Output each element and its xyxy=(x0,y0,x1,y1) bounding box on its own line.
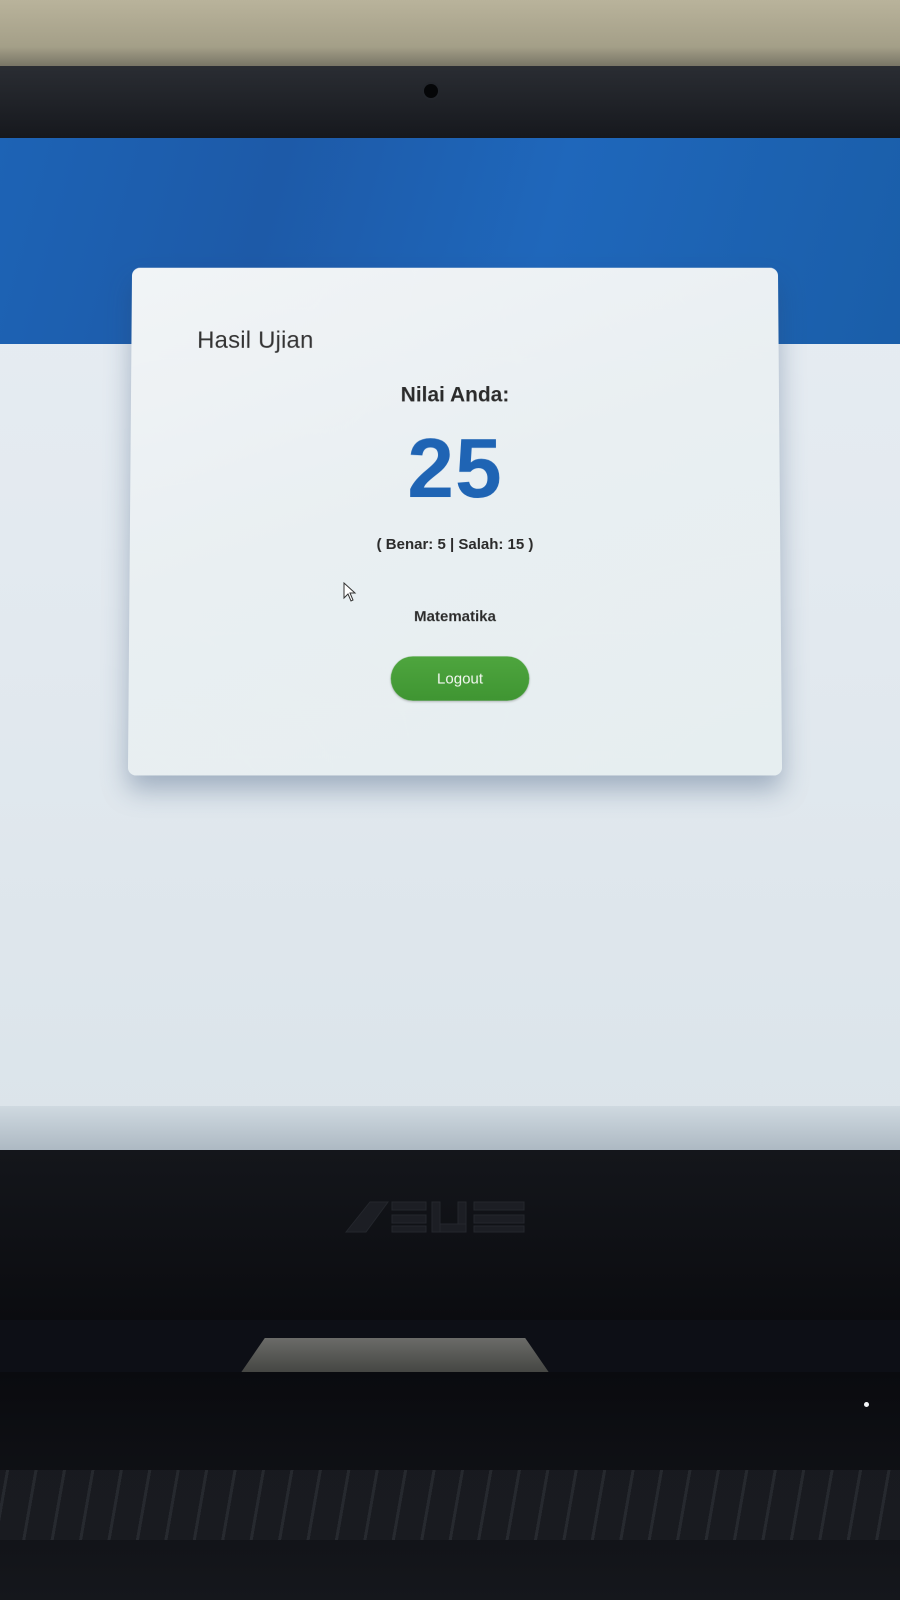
asus-logo xyxy=(344,1201,525,1233)
exam-result-card: Hasil Ujian Nilai Anda: 25 ( Benar: 5 | … xyxy=(127,267,783,776)
card-title: Hasil Ujian xyxy=(197,327,314,354)
laptop-screen: Hasil Ujian Nilai Anda: 25 ( Benar: 5 | … xyxy=(0,138,900,1154)
power-led-icon xyxy=(864,1402,869,1407)
score-value: 25 xyxy=(407,421,503,516)
webcam-icon xyxy=(424,84,438,98)
laptop-bezel-top xyxy=(0,66,900,142)
logout-button[interactable]: Logout xyxy=(390,656,530,701)
score-label: Nilai Anda: xyxy=(400,383,510,407)
laptop-hinge xyxy=(240,1338,550,1374)
page-footer-strip xyxy=(0,1106,900,1154)
subject-name: Matematika xyxy=(414,608,496,626)
laptop-vent xyxy=(0,1470,900,1540)
mouse-pointer-icon xyxy=(343,582,357,602)
score-detail: ( Benar: 5 | Salah: 15 ) xyxy=(376,535,534,554)
